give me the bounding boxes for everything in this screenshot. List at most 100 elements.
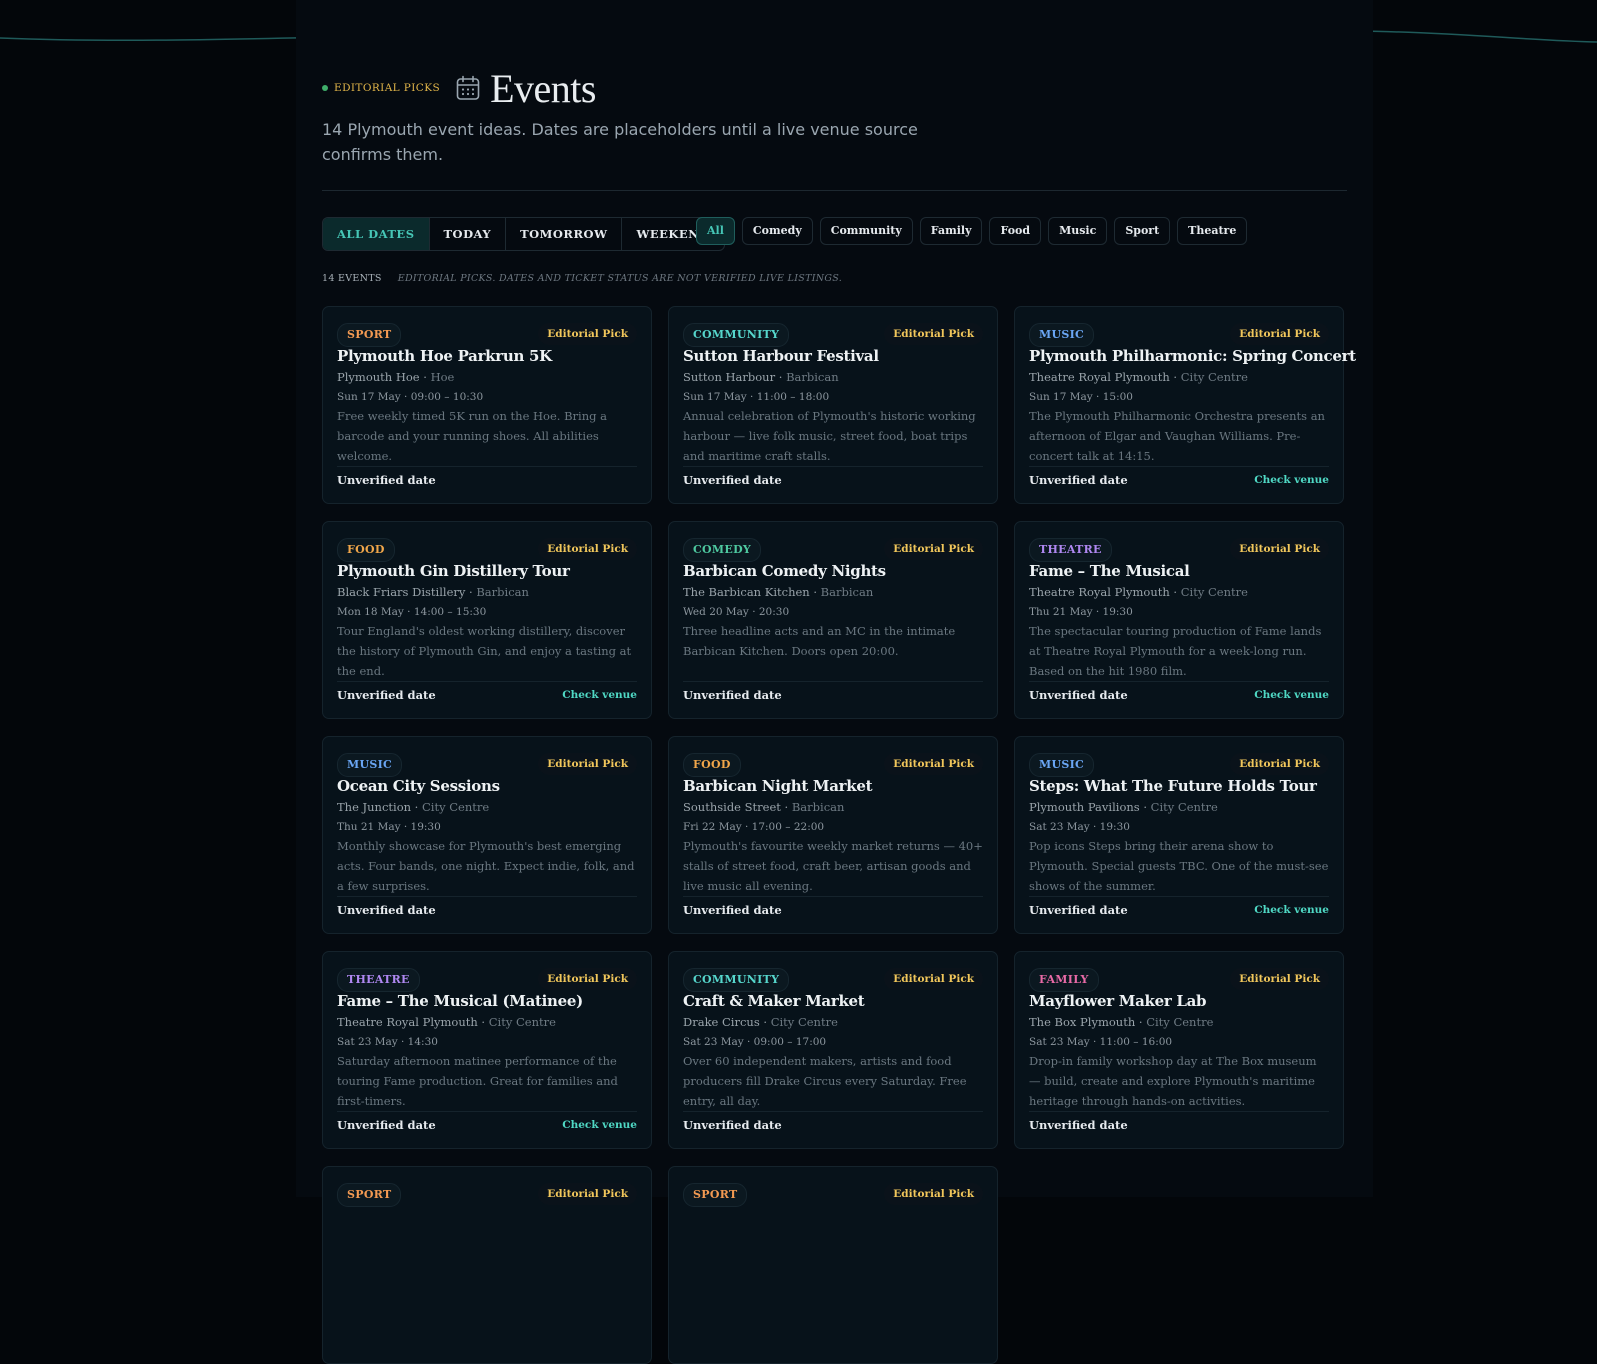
- card-divider: [683, 1111, 983, 1112]
- event-card[interactable]: SPORT Editorial Pick Plymouth Hoe Parkrun …: [322, 306, 652, 504]
- event-title[interactable]: Craft & Maker Market: [683, 992, 987, 1010]
- check-venue-link[interactable]: Check venue: [562, 689, 637, 701]
- venue-area: City Centre: [488, 1015, 556, 1029]
- venue-name: Drake Circus: [683, 1015, 760, 1029]
- event-title[interactable]: Sutton Harbour Festival: [683, 347, 987, 365]
- page-subtitle: 14 Plymouth event ideas. Dates are place…: [322, 120, 918, 164]
- event-datetime: Wed 20 May · 20:30: [683, 606, 790, 618]
- category-tag: MUSIC: [1029, 753, 1095, 777]
- editorial-pick-badge: Editorial Pick: [538, 1183, 637, 1205]
- event-description: Drop-in family workshop day at The Box m…: [1029, 1054, 1317, 1108]
- event-card[interactable]: SPORT Editorial Pick: [668, 1166, 998, 1364]
- venue-area: Barbican: [820, 585, 874, 599]
- event-description: The spectacular touring production of Fa…: [1029, 624, 1322, 678]
- event-description: Monthly showcase for Plymouth's best eme…: [337, 839, 635, 893]
- event-card[interactable]: FOOD Editorial Pick Barbican Night Market S…: [668, 736, 998, 934]
- event-title[interactable]: Barbican Comedy Nights: [683, 562, 987, 580]
- event-card[interactable]: THEATRE Editorial Pick Fame – The Musical T…: [1014, 521, 1344, 719]
- event-datetime: Sun 17 May · 11:00 – 18:00: [683, 391, 830, 403]
- event-description: Annual celebration of Plymouth's histori…: [683, 409, 976, 463]
- event-card[interactable]: MUSIC Editorial Pick Steps: What The Futur…: [1014, 736, 1344, 934]
- date-filter-today[interactable]: TODAY: [430, 218, 507, 250]
- card-divider: [1029, 681, 1329, 682]
- event-venue: Drake Circus · City Centre: [683, 1015, 838, 1029]
- event-description: The Plymouth Philharmonic Orchestra pres…: [1029, 409, 1325, 463]
- check-venue-link[interactable]: Check venue: [562, 1119, 637, 1131]
- venue-name: Plymouth Hoe: [337, 370, 420, 384]
- card-divider: [683, 896, 983, 897]
- kicker-label: EDITORIAL PICKS: [334, 82, 441, 94]
- verification-status: Unverified date: [1029, 473, 1128, 487]
- event-venue: Sutton Harbour · Barbican: [683, 370, 839, 384]
- category-filter-sport[interactable]: Sport: [1114, 217, 1171, 245]
- card-divider: [1029, 896, 1329, 897]
- editorial-pick-badge: Editorial Pick: [884, 968, 983, 990]
- category-filter-theatre[interactable]: Theatre: [1177, 217, 1248, 245]
- check-venue-link[interactable]: Check venue: [1254, 904, 1329, 916]
- event-title[interactable]: Mayflower Maker Lab: [1029, 992, 1333, 1010]
- card-divider: [1029, 1111, 1329, 1112]
- event-title[interactable]: Ocean City Sessions: [337, 777, 641, 795]
- category-filter-family[interactable]: Family: [919, 217, 983, 245]
- event-description: Three headline acts and an MC in the int…: [683, 624, 956, 658]
- verification-status: Unverified date: [1029, 688, 1128, 702]
- venue-name: Theatre Royal Plymouth: [1029, 370, 1170, 384]
- event-title[interactable]: Plymouth Hoe Parkrun 5K: [337, 347, 641, 365]
- verification-status: Unverified date: [337, 1118, 436, 1132]
- event-card[interactable]: FAMILY Editorial Pick Mayflower Maker Lab T…: [1014, 951, 1344, 1149]
- event-datetime: Sun 17 May · 15:00: [1029, 391, 1133, 403]
- event-venue: Theatre Royal Plymouth · City Centre: [1029, 370, 1248, 384]
- verification-status: Unverified date: [337, 688, 436, 702]
- event-title[interactable]: Fame – The Musical (Matinee): [337, 992, 641, 1010]
- editorial-pick-badge: Editorial Pick: [1230, 323, 1329, 345]
- page-title: Events: [490, 65, 596, 111]
- editorial-pick-badge: Editorial Pick: [1230, 538, 1329, 560]
- header-divider: [322, 190, 1347, 191]
- event-venue: Southside Street · Barbican: [683, 800, 845, 814]
- category-tag: SPORT: [337, 323, 402, 347]
- verification-status: Unverified date: [1029, 903, 1128, 917]
- venue-area: City Centre: [770, 1015, 838, 1029]
- event-title[interactable]: Barbican Night Market: [683, 777, 987, 795]
- event-card[interactable]: MUSIC Editorial Pick Ocean City Sessions Th…: [322, 736, 652, 934]
- venue-name: Theatre Royal Plymouth: [1029, 585, 1170, 599]
- category-filter-music[interactable]: Music: [1048, 217, 1108, 245]
- date-filter-all-dates[interactable]: ALL DATES: [323, 218, 430, 250]
- event-card[interactable]: COMMUNITY Editorial Pick Craft & Maker Mar…: [668, 951, 998, 1149]
- venue-name: Southside Street: [683, 800, 781, 814]
- event-description: Pop icons Steps bring their arena show t…: [1029, 839, 1329, 893]
- event-card[interactable]: COMEDY Editorial Pick Barbican Comedy Nigh…: [668, 521, 998, 719]
- editorial-pick-badge: Editorial Pick: [538, 753, 637, 775]
- category-tag: MUSIC: [1029, 323, 1095, 347]
- event-venue: The Box Plymouth · City Centre: [1029, 1015, 1214, 1029]
- date-filter-group: ALL DATES TODAY TOMORROW WEEKEND: [322, 217, 725, 251]
- category-tag: COMMUNITY: [683, 323, 790, 347]
- date-filter-tomorrow[interactable]: TOMORROW: [506, 218, 623, 250]
- event-card[interactable]: MUSIC Editorial Pick Plymouth Philharmonic…: [1014, 306, 1356, 504]
- check-venue-link[interactable]: Check venue: [1254, 689, 1329, 701]
- check-venue-link[interactable]: Check venue: [1254, 474, 1329, 486]
- category-filter-group: All Comedy Community Family Food Music Sport Th…: [696, 217, 1248, 245]
- event-title[interactable]: Plymouth Gin Distillery Tour: [337, 562, 641, 580]
- event-title[interactable]: Steps: What The Future Holds Tour: [1029, 777, 1333, 795]
- venue-area: City Centre: [1180, 370, 1248, 384]
- category-tag: MUSIC: [337, 753, 403, 777]
- event-title[interactable]: Fame – The Musical: [1029, 562, 1333, 580]
- event-datetime: Sat 23 May · 11:00 – 16:00: [1029, 1036, 1173, 1048]
- event-card[interactable]: THEATRE Editorial Pick Fame – The Musical …: [322, 951, 652, 1149]
- event-card[interactable]: FOOD Editorial Pick Plymouth Gin Distiller…: [322, 521, 652, 719]
- category-filter-food[interactable]: Food: [989, 217, 1042, 245]
- event-card[interactable]: SPORT Editorial Pick: [322, 1166, 652, 1364]
- venue-name: Black Friars Distillery: [337, 585, 466, 599]
- event-card[interactable]: COMMUNITY Editorial Pick Sutton Harbour Fe…: [668, 306, 998, 504]
- venue-area: City Centre: [422, 800, 490, 814]
- category-filter-comedy[interactable]: Comedy: [741, 217, 813, 245]
- event-title[interactable]: Plymouth Philharmonic: Spring Concert: [1029, 347, 1356, 365]
- main-panel: EDITORIAL PICKS Events 14 Plymouth event…: [296, 0, 1373, 1364]
- event-venue: Black Friars Distillery · Barbican: [337, 585, 529, 599]
- editorial-pick-badge: Editorial Pick: [884, 538, 983, 560]
- category-filter-all[interactable]: All: [696, 217, 735, 245]
- editorial-pick-badge: Editorial Pick: [884, 753, 983, 775]
- category-filter-community[interactable]: Community: [819, 217, 913, 245]
- event-venue: Plymouth Pavilions · City Centre: [1029, 800, 1218, 814]
